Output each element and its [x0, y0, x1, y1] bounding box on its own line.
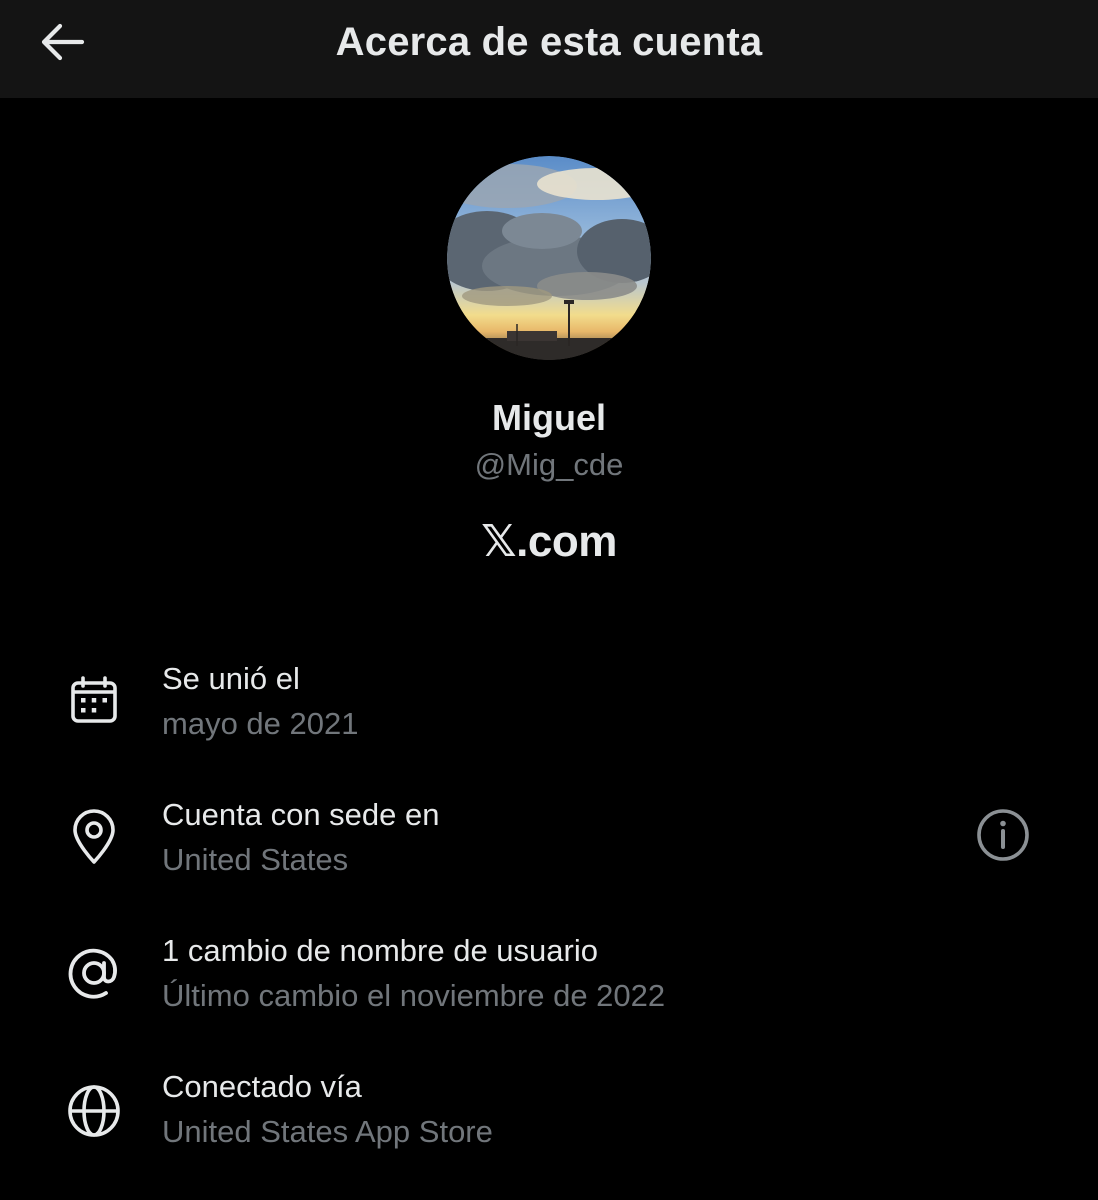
joined-date: mayo de 2021 [162, 706, 359, 741]
joined-row: Se unió el mayo de 2021 [0, 656, 1098, 766]
info-button[interactable] [973, 807, 1033, 867]
username-last-change: Último cambio el noviembre de 2022 [162, 978, 666, 1013]
username-changes-title: 1 cambio de nombre de usuario [162, 933, 598, 968]
page-title: Acerca de esta cuenta [335, 20, 763, 64]
avatar[interactable] [447, 156, 651, 360]
site-label: 𝕏.com [481, 517, 617, 566]
connected-via-row: Conectado vía United States App Store [0, 1065, 1098, 1175]
joined-title: Se unió el [162, 661, 300, 696]
globe-icon [64, 1081, 124, 1141]
location-row: Cuenta con sede en United States [0, 793, 1098, 903]
at-sign-icon [64, 943, 124, 1003]
calendar-icon [64, 670, 124, 730]
info-icon [976, 808, 1030, 867]
profile-handle: @Mig_cde [474, 447, 624, 482]
location-title: Cuenta con sede en [162, 797, 440, 832]
profile-name: Miguel [492, 397, 606, 438]
connected-via-value: United States App Store [162, 1114, 493, 1149]
username-changes-row: 1 cambio de nombre de usuario Último cam… [0, 929, 1098, 1039]
location-value: United States [162, 842, 349, 877]
connected-via-title: Conectado vía [162, 1069, 362, 1104]
top-app-bar: Acerca de esta cuenta [0, 0, 1098, 98]
location-pin-icon [64, 807, 124, 867]
